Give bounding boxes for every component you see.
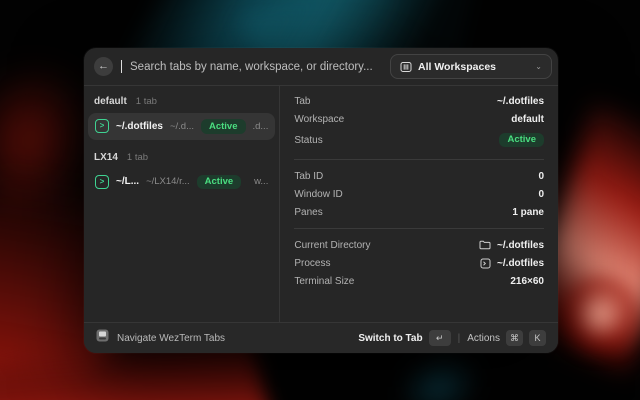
detail-value-text: ~/.dotfiles [497, 240, 544, 251]
section-divider [294, 159, 544, 160]
tab-details-panel: Tab ~/.dotfiles Workspace default Status… [280, 86, 558, 322]
switch-to-tab-action[interactable]: Switch to Tab ↵ [358, 330, 450, 346]
detail-label: Tab ID [294, 171, 323, 182]
dialog-title: Navigate WezTerm Tabs [117, 333, 225, 344]
workspace-group-count: 1 tab [127, 152, 148, 163]
dialog-body: default 1 tab > ~/.dotfiles ~/.d... Acti… [84, 86, 558, 322]
arrow-left-icon: ← [98, 61, 109, 72]
detail-value: 1 pane [512, 207, 544, 218]
detail-value: 0 [538, 189, 544, 200]
tab-list-item-lx14[interactable]: > ~/L... ~/LX14/r... Active w... [88, 169, 275, 196]
tab-item-suffix: w... [254, 176, 268, 187]
detail-row-status: Status Active [294, 128, 544, 152]
tab-list-panel: default 1 tab > ~/.dotfiles ~/.d... Acti… [84, 86, 280, 322]
switch-to-tab-label: Switch to Tab [358, 333, 422, 344]
desktop-background: ← All Workspaces ⌄ [0, 0, 640, 400]
detail-label: Process [294, 258, 330, 269]
detail-label: Status [294, 135, 322, 146]
detail-row-tab-id: Tab ID 0 [294, 167, 544, 185]
detail-value: 216×60 [510, 276, 544, 287]
tab-item-title: ~/L... [116, 176, 139, 187]
search-bar: ← All Workspaces ⌄ [84, 48, 558, 86]
detail-row-window-id: Window ID 0 [294, 185, 544, 203]
detail-row-workspace: Workspace default [294, 110, 544, 128]
detail-value: ~/.dotfiles [497, 96, 544, 107]
footer-actions: Switch to Tab ↵ | Actions ⌘ K [358, 330, 546, 346]
terminal-icon [480, 258, 491, 269]
detail-row-current-directory: Current Directory ~/.dotfiles [294, 236, 544, 254]
enter-key-icon: ↵ [429, 330, 451, 346]
workspaces-grid-icon [400, 61, 412, 73]
detail-value: ~/.dotfiles [480, 258, 544, 269]
detail-label: Window ID [294, 189, 342, 200]
k-key-icon: K [529, 330, 546, 346]
workspace-filter-label: All Workspaces [418, 61, 529, 73]
workspace-group-name: LX14 [94, 152, 118, 163]
workspace-filter-dropdown[interactable]: All Workspaces ⌄ [390, 54, 552, 79]
detail-label: Tab [294, 96, 310, 107]
detail-row-tab: Tab ~/.dotfiles [294, 92, 544, 110]
tab-item-suffix: .d... [253, 121, 269, 132]
workspace-group-count: 1 tab [136, 96, 157, 107]
tab-navigator-dialog: ← All Workspaces ⌄ [84, 48, 558, 353]
tab-item-path: ~/.d... [170, 121, 194, 132]
tab-list-item-dotfiles[interactable]: > ~/.dotfiles ~/.d... Active .d... [88, 113, 275, 140]
detail-row-process: Process ~/.dotfiles [294, 254, 544, 272]
detail-label: Workspace [294, 114, 344, 125]
workspace-group-header: LX14 1 tab [88, 149, 275, 169]
terminal-prompt-icon: > [95, 175, 109, 189]
detail-value: 0 [538, 171, 544, 182]
back-button[interactable]: ← [94, 57, 113, 76]
chevron-down-icon: ⌄ [535, 62, 542, 71]
detail-value-text: ~/.dotfiles [497, 258, 544, 269]
section-divider [294, 228, 544, 229]
wezterm-app-icon [96, 329, 109, 347]
tab-item-title: ~/.dotfiles [116, 121, 163, 132]
workspace-group-name: default [94, 96, 127, 107]
text-caret [121, 60, 122, 73]
tab-item-path: ~/LX14/r... [146, 176, 190, 187]
command-key-icon: ⌘ [506, 330, 523, 346]
actions-menu-action[interactable]: Actions ⌘ K [467, 330, 546, 346]
footer-separator: | [458, 333, 461, 344]
dialog-footer: Navigate WezTerm Tabs Switch to Tab ↵ | … [84, 322, 558, 353]
workspace-group-header: default 1 tab [88, 93, 275, 113]
detail-label: Current Directory [294, 240, 370, 251]
folder-icon [479, 240, 491, 250]
active-status-badge: Active [201, 119, 246, 134]
active-status-badge: Active [197, 175, 242, 190]
detail-label: Terminal Size [294, 276, 354, 287]
detail-label: Panes [294, 207, 322, 218]
backdrop-pink-blob [553, 268, 640, 360]
terminal-prompt-icon: > [95, 119, 109, 133]
detail-value: ~/.dotfiles [479, 240, 544, 251]
detail-value: default [511, 114, 544, 125]
detail-row-terminal-size: Terminal Size 216×60 [294, 272, 544, 290]
actions-label: Actions [467, 333, 500, 344]
active-status-badge: Active [499, 133, 544, 148]
detail-row-panes: Panes 1 pane [294, 203, 544, 221]
search-input[interactable] [130, 61, 382, 73]
